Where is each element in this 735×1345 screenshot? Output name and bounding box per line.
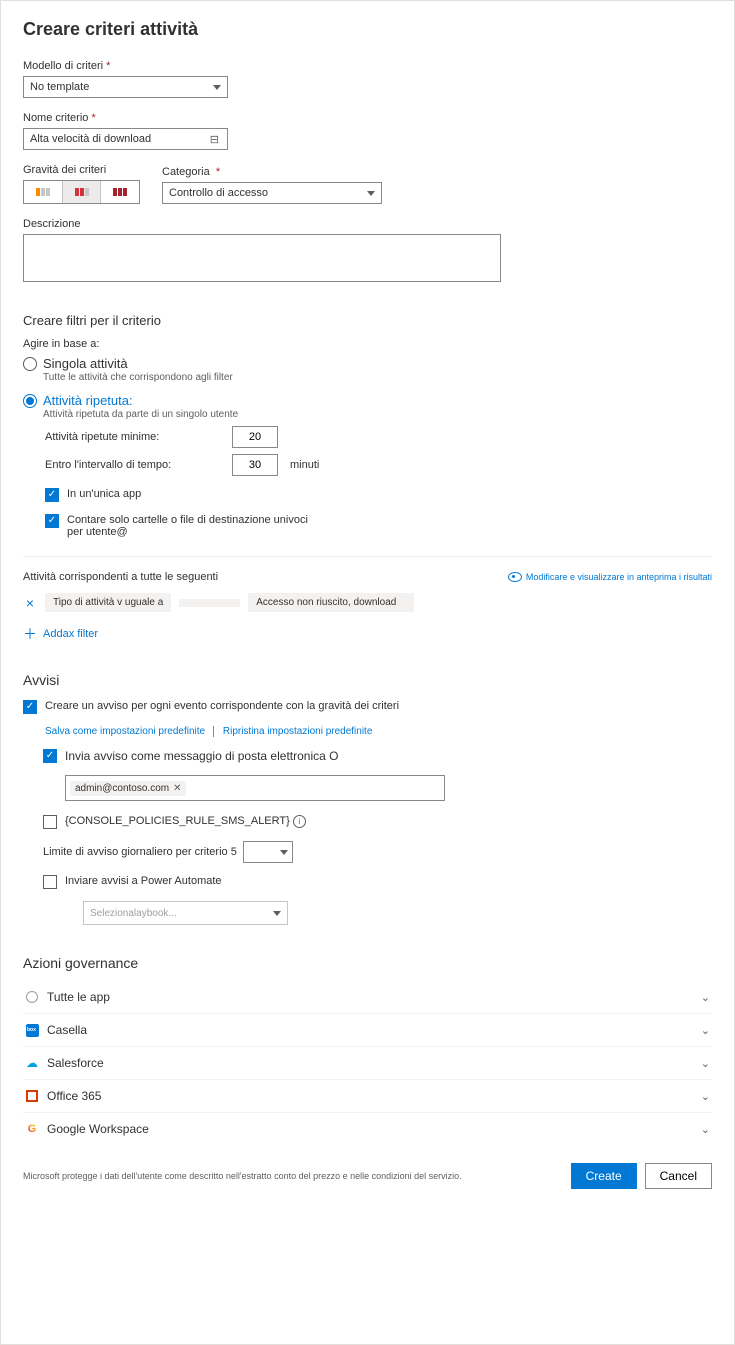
- act-on-label: Agire in base a:: [23, 338, 503, 350]
- daily-limit-select[interactable]: [243, 841, 293, 863]
- severity-label: Gravità dei criteri: [23, 164, 140, 176]
- template-select[interactable]: No template: [23, 76, 228, 98]
- radio-icon: [23, 394, 37, 408]
- save-as-default-link[interactable]: Salva come impostazioni predefinite: [45, 726, 214, 737]
- interval-unit: minuti: [290, 459, 319, 471]
- filter-value-chip[interactable]: Accesso non riuscito, download: [248, 593, 414, 612]
- checkbox-unique-targets[interactable]: ✓: [45, 514, 59, 528]
- match-all-label: Attività corrispondenti a tutte le segue…: [23, 571, 218, 583]
- interval-input[interactable]: [232, 454, 278, 476]
- chevron-down-icon: ⌄: [701, 1090, 710, 1103]
- email-tag: admin@contoso.com ✕: [70, 781, 186, 796]
- chevron-down-icon: [273, 911, 281, 916]
- checkbox-sms-alert[interactable]: ✓: [43, 815, 57, 829]
- cancel-button[interactable]: Cancel: [645, 1163, 712, 1189]
- chevron-down-icon: ⌄: [701, 1123, 710, 1136]
- filter-row-activity-type: × Tipo di attività v uguale a Accesso no…: [23, 593, 712, 612]
- daily-limit-label: Limite di avviso giornaliero per criteri…: [43, 846, 237, 858]
- info-icon[interactable]: i: [293, 815, 306, 828]
- playbook-select[interactable]: Selezionalaybook...: [83, 901, 288, 925]
- chevron-down-icon: [213, 85, 221, 90]
- all-apps-icon: [26, 991, 38, 1003]
- clear-icon[interactable]: ⊟: [210, 133, 221, 146]
- name-label: Nome criterio *: [23, 112, 503, 124]
- governance-header: Azioni governance: [23, 955, 712, 971]
- radio-single-activity[interactable]: Singola attività Tutte le attività che c…: [23, 356, 503, 383]
- chevron-down-icon: ⌄: [701, 991, 710, 1004]
- min-activities-input[interactable]: [232, 426, 278, 448]
- gov-row-office365[interactable]: Office 365 ⌄: [23, 1080, 712, 1113]
- preview-results-link[interactable]: Modificare e visualizzare in anteprima i…: [508, 572, 712, 582]
- chevron-down-icon: ⌄: [701, 1057, 710, 1070]
- chevron-down-icon: [367, 191, 375, 196]
- gov-row-google-workspace[interactable]: GGoogle Workspace ⌄: [23, 1113, 712, 1145]
- gov-row-box[interactable]: Casella ⌄: [23, 1014, 712, 1047]
- severity-low[interactable]: [24, 181, 63, 203]
- google-workspace-app-icon: G: [25, 1122, 39, 1136]
- gov-row-all-apps[interactable]: Tutte le app ⌄: [23, 981, 712, 1014]
- page-title: Creare criteri attività: [23, 19, 712, 40]
- severity-high[interactable]: [101, 181, 139, 203]
- filter-op-chip[interactable]: [179, 599, 240, 607]
- description-label: Descrizione: [23, 218, 503, 230]
- description-input[interactable]: [23, 234, 501, 282]
- radio-repeated-activity[interactable]: Attività ripetuta: Attività ripetuta da …: [23, 393, 503, 420]
- severity-toggle-group: [23, 180, 140, 204]
- checkbox-email-alert[interactable]: ✓: [43, 749, 57, 763]
- checkbox-single-app[interactable]: ✓: [45, 488, 59, 502]
- radio-icon: [23, 357, 37, 371]
- remove-tag-icon[interactable]: ✕: [173, 783, 181, 794]
- category-label: Categoria *: [162, 166, 382, 178]
- min-activities-label: Attività ripetute minime:: [45, 431, 220, 443]
- policy-name-input[interactable]: Alta velocità di download⊟: [23, 128, 228, 150]
- footer-disclaimer: Microsoft protegge i dati dell'utente co…: [23, 1171, 462, 1181]
- gov-row-salesforce[interactable]: ☁Salesforce ⌄: [23, 1047, 712, 1080]
- chevron-down-icon: [280, 850, 288, 855]
- category-select[interactable]: Controllo di accesso: [162, 182, 382, 204]
- salesforce-app-icon: ☁: [25, 1056, 39, 1070]
- filters-header: Creare filtri per il criterio: [23, 313, 503, 328]
- remove-filter-icon[interactable]: ×: [23, 595, 37, 611]
- severity-block: Gravità dei criteri: [23, 150, 140, 204]
- governance-list: Tutte le app ⌄ Casella ⌄ ☁Salesforce ⌄ O…: [23, 981, 712, 1145]
- office365-app-icon: [26, 1090, 38, 1102]
- interval-label: Entro l'intervallo di tempo:: [45, 459, 220, 471]
- add-filter-button[interactable]: ＋ Addax filter: [23, 624, 712, 644]
- checkbox-power-automate[interactable]: ✓: [43, 875, 57, 889]
- eye-icon: [508, 572, 522, 582]
- checkbox-create-alert[interactable]: ✓: [23, 700, 37, 714]
- create-activity-policy-page: Creare criteri attività Modello di crite…: [0, 0, 735, 1345]
- create-button[interactable]: Create: [571, 1163, 637, 1189]
- form-column: Modello di criteri * No template Nome cr…: [23, 60, 503, 538]
- repeated-config: Attività ripetute minime: Entro l'interv…: [45, 426, 503, 538]
- category-block: Categoria * Controllo di accesso: [162, 152, 382, 204]
- severity-medium[interactable]: [63, 181, 102, 203]
- template-label: Modello di criteri *: [23, 60, 503, 72]
- email-recipients-input[interactable]: admin@contoso.com ✕: [65, 775, 445, 801]
- reset-default-link[interactable]: Ripristina impostazioni predefinite: [223, 726, 373, 737]
- alerts-header: Avvisi: [23, 672, 712, 688]
- plus-icon: ＋: [23, 624, 37, 644]
- box-app-icon: [26, 1024, 39, 1037]
- filter-field-chip[interactable]: Tipo di attività v uguale a: [45, 593, 171, 612]
- chevron-down-icon: ⌄: [701, 1024, 710, 1037]
